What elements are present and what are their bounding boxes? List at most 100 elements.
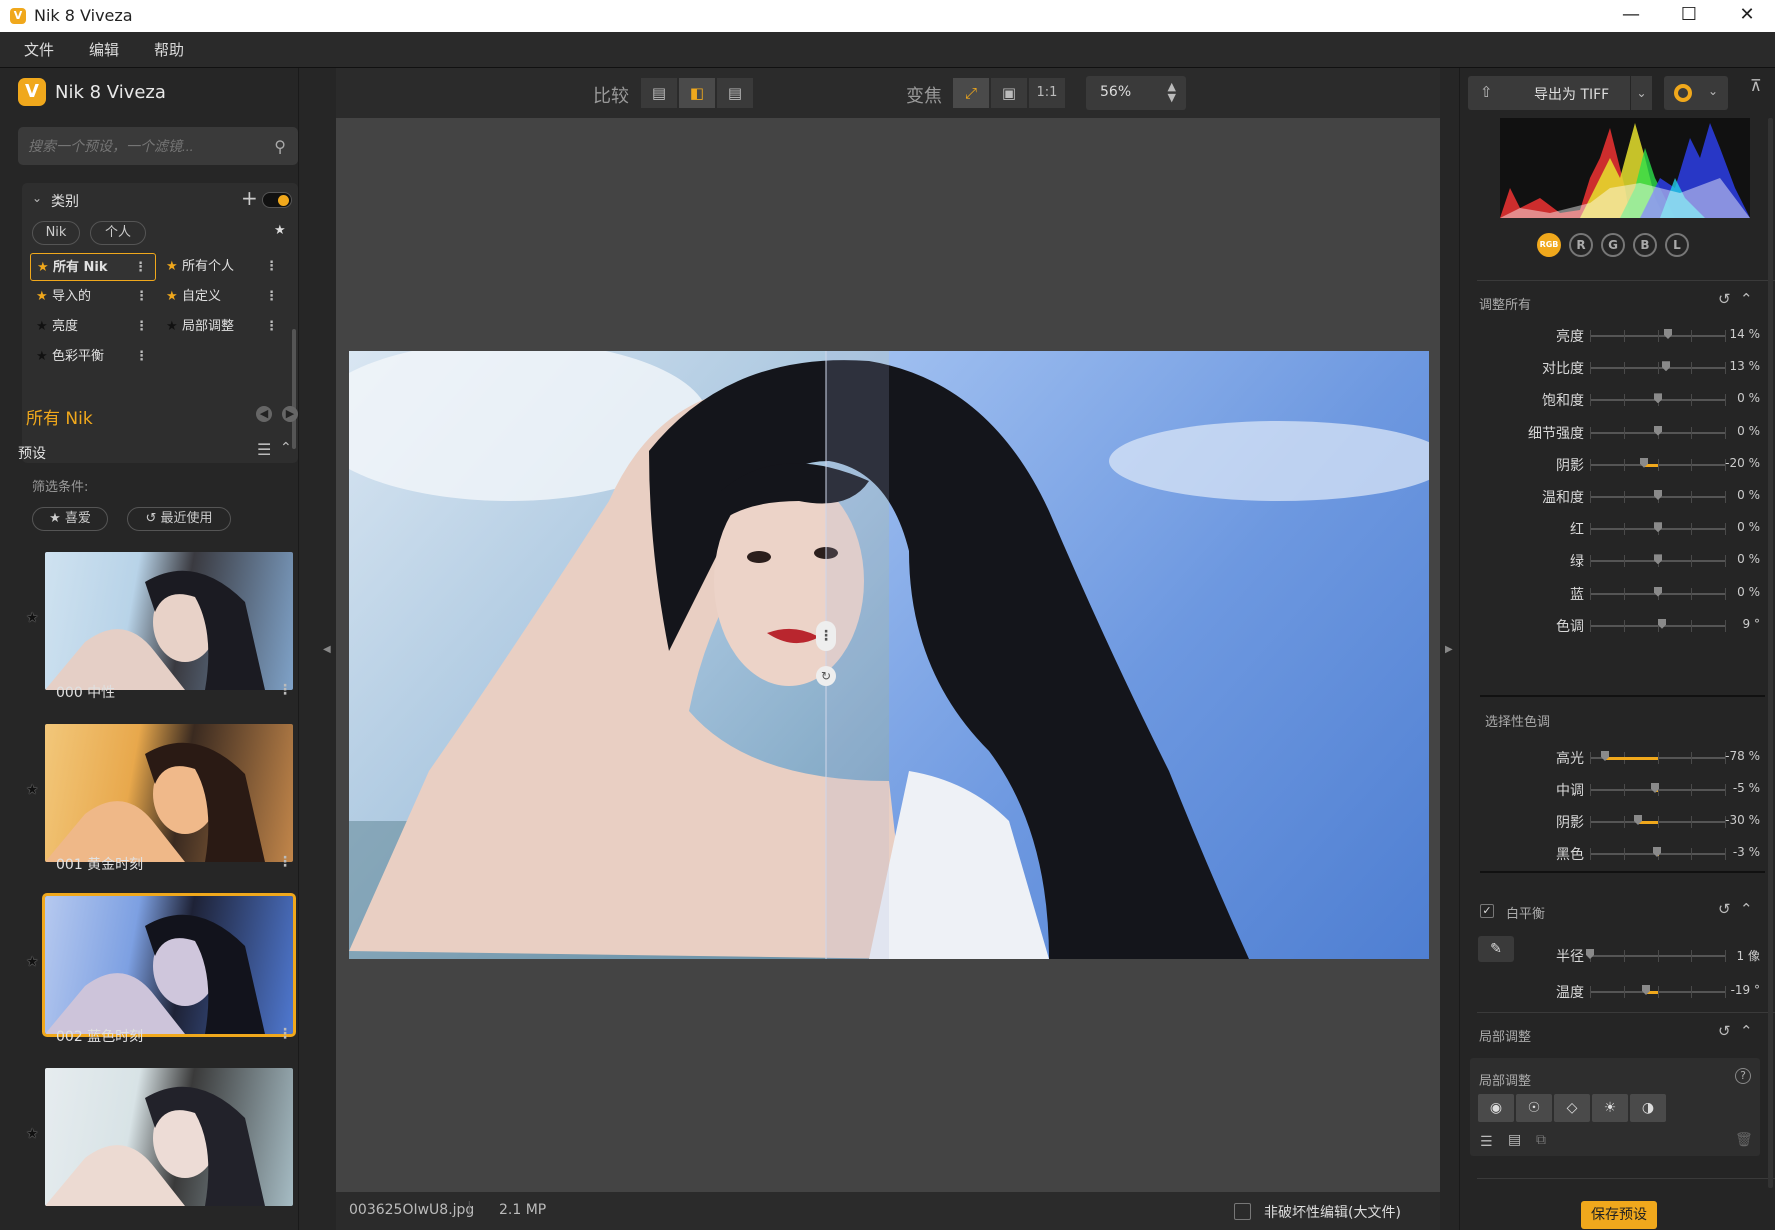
mask-icon[interactable]: ▤	[1508, 1132, 1521, 1148]
add-category-icon[interactable]: +	[241, 186, 258, 210]
compare-side-by-side-button[interactable]: ▤	[716, 77, 754, 109]
slider-track[interactable]	[1590, 457, 1726, 471]
slider-track[interactable]	[1590, 554, 1726, 568]
menu-file[interactable]: 文件	[24, 32, 54, 68]
slider-track[interactable]	[1586, 949, 1726, 962]
white-balance-checkbox[interactable]: ✓	[1480, 904, 1494, 918]
slider-track[interactable]	[1590, 425, 1726, 439]
split-handle-icon[interactable]: ⋮	[816, 621, 836, 651]
favorite-star-icon[interactable]: ★	[274, 223, 286, 238]
slider-knob[interactable]	[1654, 522, 1662, 533]
menu-edit[interactable]: 编辑	[89, 32, 119, 68]
slider-track[interactable]	[1590, 618, 1726, 632]
preset-more-icon[interactable]: ⋮	[278, 682, 292, 698]
reset-icon[interactable]: ↺	[1718, 290, 1731, 308]
channel-l-button[interactable]: L	[1665, 233, 1689, 257]
preset-favorite-icon[interactable]: ★	[26, 610, 39, 626]
category-all-nik[interactable]: ★ 所有 Nik ⋮	[30, 253, 156, 281]
chevron-down-icon[interactable]: ⌄	[32, 191, 42, 205]
preset-favorite-icon[interactable]: ★	[26, 1126, 39, 1142]
swap-split-icon[interactable]: ↻	[816, 666, 836, 686]
collapse-icon[interactable]: ⌃	[280, 440, 292, 456]
collapse-left-icon[interactable]: ◀	[323, 644, 331, 655]
more-icon[interactable]: ⋮	[135, 343, 148, 371]
fill-button[interactable]: ▣	[990, 77, 1028, 109]
compare-split-button[interactable]: ◧	[678, 77, 716, 109]
chip-nik[interactable]: Nik	[32, 221, 80, 245]
minimize-button[interactable]: —	[1602, 0, 1660, 32]
preset-more-icon[interactable]: ⋮	[278, 854, 292, 870]
collapse-icon[interactable]: ⌃	[1740, 1022, 1753, 1040]
right-scrollbar[interactable]	[1768, 118, 1773, 1188]
collapse-icon[interactable]: ⌃	[1740, 900, 1753, 918]
collapse-icon[interactable]: ⌃	[1740, 290, 1753, 308]
tree-icon[interactable]: ☰	[1480, 1134, 1493, 1150]
category-local-adjust[interactable]: ★ 局部调整 ⋮	[160, 313, 286, 341]
slider-knob[interactable]	[1654, 554, 1662, 565]
duplicate-icon[interactable]: ⧉	[1536, 1132, 1546, 1148]
slider-track[interactable]	[1590, 815, 1726, 828]
color-mask-button[interactable]: ◑	[1630, 1094, 1666, 1122]
slider-track[interactable]	[1590, 361, 1726, 375]
category-toggle[interactable]	[262, 192, 292, 208]
tag-button[interactable]: ◇	[1554, 1094, 1590, 1122]
chip-personal[interactable]: 个人	[90, 221, 146, 245]
sun-button[interactable]: ☀	[1592, 1094, 1628, 1122]
slider-track[interactable]	[1590, 490, 1726, 503]
slider-knob[interactable]	[1653, 847, 1661, 857]
slider-knob[interactable]	[1654, 586, 1662, 597]
category-custom[interactable]: ★ 自定义 ⋮	[160, 283, 286, 311]
preset-thumbnail[interactable]	[45, 1068, 293, 1206]
preset-thumbnail[interactable]	[45, 724, 293, 862]
reset-icon[interactable]: ↺	[1718, 1022, 1731, 1040]
preset-thumbnail-selected[interactable]	[42, 893, 296, 1037]
fit-button[interactable]: ⤢	[952, 77, 990, 109]
slider-knob[interactable]	[1654, 490, 1662, 500]
close-button[interactable]: ✕	[1718, 0, 1775, 32]
preset-thumbnail[interactable]	[45, 552, 293, 690]
slider-knob[interactable]	[1662, 361, 1670, 372]
slider-knob[interactable]	[1654, 393, 1662, 404]
channel-g-button[interactable]: G	[1601, 233, 1625, 257]
export-dropdown-icon[interactable]: ⌄	[1630, 76, 1652, 110]
zoom-select[interactable]: 56% ▲ ▼	[1086, 76, 1186, 110]
back-icon[interactable]: ◀	[256, 406, 272, 422]
slider-track[interactable]	[1590, 586, 1726, 600]
channel-b-button[interactable]: B	[1633, 233, 1657, 257]
slider-track[interactable]	[1590, 985, 1726, 998]
slider-track[interactable]	[1590, 329, 1726, 342]
more-icon[interactable]: ⋮	[134, 254, 147, 282]
more-icon[interactable]: ⋮	[265, 283, 278, 311]
slider-knob[interactable]	[1586, 949, 1594, 959]
color-picker-button[interactable]: ⌄	[1664, 76, 1728, 110]
channel-rgb-button[interactable]: RGB	[1537, 233, 1561, 257]
more-icon[interactable]: ⋮	[265, 313, 278, 341]
nondestructive-checkbox[interactable]	[1234, 1203, 1251, 1220]
compare-off-button[interactable]: ▤	[640, 77, 678, 109]
preset-more-icon[interactable]: ⋮	[278, 1026, 292, 1042]
one-to-one-button[interactable]: 1:1	[1028, 77, 1066, 109]
zoom-stepper-icon[interactable]: ▲ ▼	[1168, 81, 1176, 103]
channel-r-button[interactable]: R	[1569, 233, 1593, 257]
forward-icon[interactable]: ▶	[282, 406, 298, 422]
category-brightness[interactable]: ★ 亮度 ⋮	[30, 313, 156, 341]
more-icon[interactable]: ⋮	[135, 283, 148, 311]
category-scrollbar[interactable]	[292, 329, 296, 449]
slider-track[interactable]	[1590, 522, 1726, 536]
eye-brush-button[interactable]: ☉	[1516, 1094, 1552, 1122]
more-icon[interactable]: ⋮	[265, 253, 278, 281]
slider-track[interactable]	[1590, 393, 1726, 407]
slider-knob[interactable]	[1654, 425, 1662, 436]
reset-icon[interactable]: ↺	[1718, 900, 1731, 918]
slider-knob[interactable]	[1658, 618, 1666, 629]
menu-help[interactable]: 帮助	[154, 32, 184, 68]
slider-track[interactable]	[1590, 751, 1726, 764]
slider-knob[interactable]	[1664, 329, 1672, 339]
category-color-balance[interactable]: ★ 色彩平衡 ⋮	[30, 343, 156, 371]
maximize-button[interactable]: ☐	[1660, 0, 1718, 32]
category-all-personal[interactable]: ★ 所有个人 ⋮	[160, 253, 286, 281]
help-icon[interactable]: ?	[1735, 1068, 1751, 1084]
filter-favorite-button[interactable]: ★ 喜爱	[32, 507, 108, 531]
slider-track[interactable]	[1590, 847, 1726, 860]
more-icon[interactable]: ⋮	[135, 313, 148, 341]
